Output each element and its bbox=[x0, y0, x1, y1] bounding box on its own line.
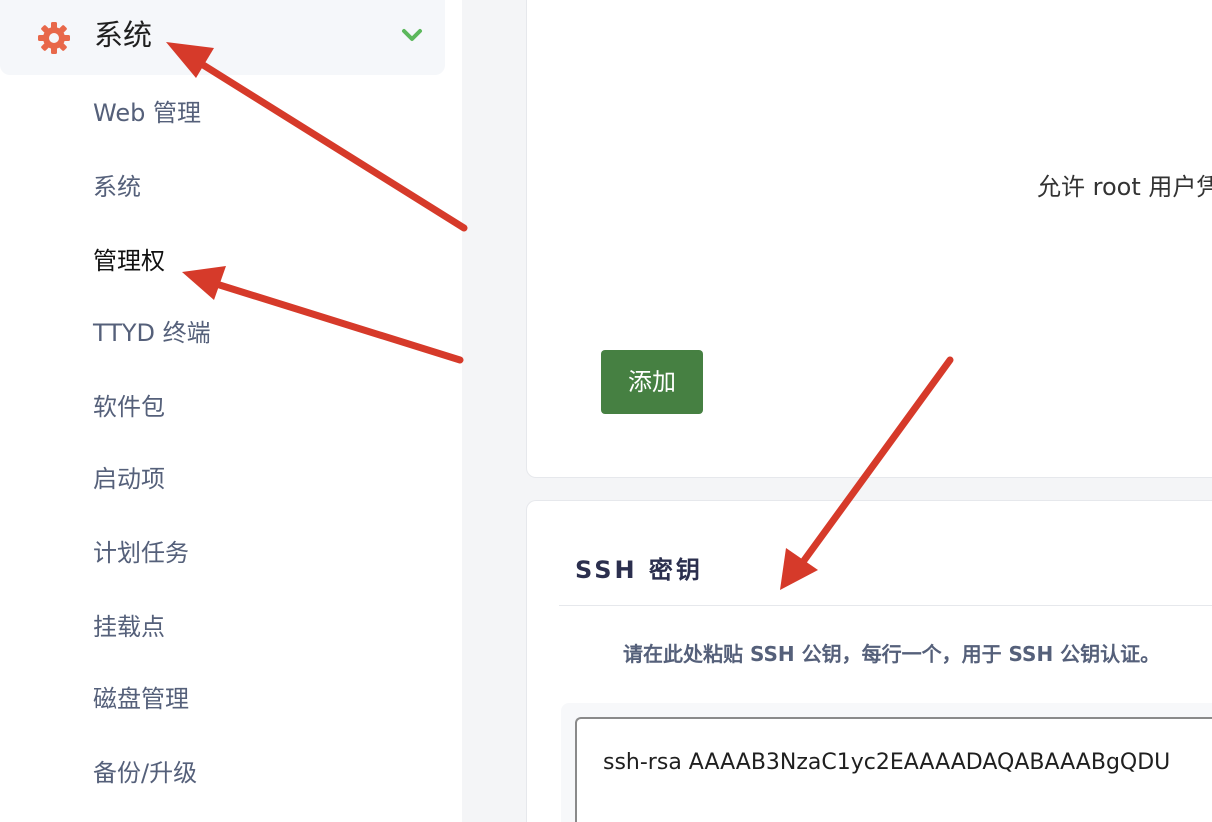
ssh-keys-field-wrapper: ssh-rsa AAAAB3NzaC1yc2EAAAADAQABAAABgQDU bbox=[561, 703, 1212, 822]
sidebar-item-startup[interactable]: 启动项 bbox=[93, 462, 165, 496]
add-button[interactable]: 添加 bbox=[601, 350, 703, 414]
router-password-card: 允许 root 用户凭 添加 bbox=[526, 0, 1212, 478]
sidebar-item-system[interactable]: 系统 bbox=[93, 170, 141, 204]
sidebar-item-ttyd-terminal[interactable]: TTYD 终端 bbox=[93, 316, 211, 350]
sidebar-item-scheduled-tasks[interactable]: 计划任务 bbox=[93, 536, 189, 570]
sidebar-item-web-admin[interactable]: Web 管理 bbox=[93, 96, 201, 130]
ssh-keys-textarea[interactable]: ssh-rsa AAAAB3NzaC1yc2EAAAADAQABAAABgQDU bbox=[575, 717, 1212, 822]
main-content: 允许 root 用户凭 添加 SSH 密钥 请在此处粘贴 SSH 公钥，每行一个… bbox=[462, 0, 1212, 822]
sidebar: 系统 Web 管理 系统 管理权 TTYD 终端 软件包 启动项 计划任务 挂载… bbox=[0, 0, 462, 822]
sidebar-menu-title: 系统 bbox=[94, 18, 153, 52]
sidebar-item-disk-management[interactable]: 磁盘管理 bbox=[93, 682, 189, 716]
section-divider bbox=[559, 605, 1212, 606]
sidebar-item-administration[interactable]: 管理权 bbox=[93, 244, 165, 278]
ssh-keys-card: SSH 密钥 请在此处粘贴 SSH 公钥，每行一个，用于 SSH 公钥认证。 s… bbox=[526, 500, 1212, 822]
sidebar-item-software[interactable]: 软件包 bbox=[93, 390, 165, 424]
chevron-down-icon[interactable] bbox=[400, 26, 424, 46]
gear-icon bbox=[38, 22, 70, 54]
allow-root-login-label: 允许 root 用户凭 bbox=[1037, 173, 1212, 201]
sidebar-menu-system[interactable]: 系统 bbox=[0, 0, 445, 75]
ssh-keys-description: 请在此处粘贴 SSH 公钥，每行一个，用于 SSH 公钥认证。 bbox=[623, 642, 1161, 666]
sidebar-item-backup-upgrade[interactable]: 备份/升级 bbox=[93, 756, 197, 790]
screen: 系统 Web 管理 系统 管理权 TTYD 终端 软件包 启动项 计划任务 挂载… bbox=[0, 0, 1212, 822]
ssh-keys-title: SSH 密钥 bbox=[575, 556, 703, 584]
sidebar-item-mount-points[interactable]: 挂载点 bbox=[93, 610, 165, 644]
